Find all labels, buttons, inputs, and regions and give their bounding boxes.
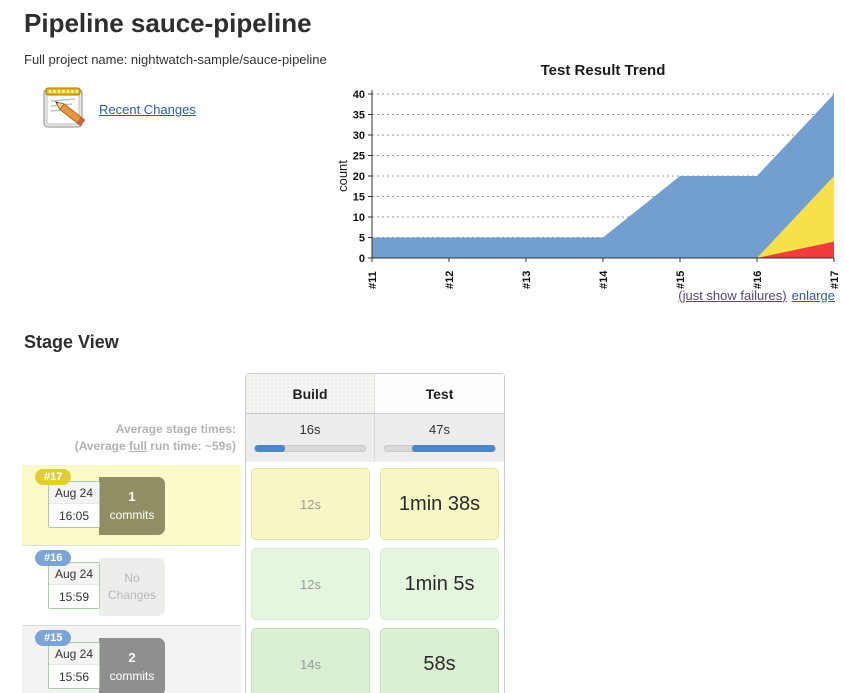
build-time: 16:05	[49, 504, 99, 527]
stage-cell-slot: 14s	[246, 624, 375, 693]
average-duration-bar	[384, 445, 496, 452]
stage-duration: 14s	[300, 657, 321, 672]
avg-label-line1: Average stage times:	[116, 422, 236, 436]
enlarge-link[interactable]: enlarge	[792, 288, 835, 303]
commits-box[interactable]: 1commits	[99, 477, 165, 535]
full-project-name: Full project name: nightwatch-sample/sau…	[24, 52, 327, 67]
average-duration-bar-fill	[412, 445, 495, 452]
average-cell-test: 47s	[375, 414, 504, 462]
average-duration: 47s	[429, 422, 450, 437]
recent-changes: Recent Changes	[38, 84, 196, 135]
build-name-column: Average stage times: (Average full run t…	[22, 373, 241, 693]
full-run-time-link[interactable]: full	[129, 439, 147, 453]
recent-changes-link[interactable]: Recent Changes	[99, 102, 196, 117]
svg-text:40: 40	[353, 89, 365, 101]
stage-duration: 1min 5s	[404, 573, 474, 596]
changes-line1: 2	[128, 649, 135, 668]
stage-duration: 1min 38s	[399, 493, 480, 516]
stage-cell-slot: 1min 38s	[375, 464, 504, 544]
stage-view-title: Stage View	[24, 332, 119, 353]
build-date: Aug 24	[49, 482, 99, 504]
commits-box[interactable]: 2commits	[99, 638, 165, 693]
build-date-link[interactable]: Aug 2415:59	[48, 562, 100, 609]
build-date: Aug 24	[49, 643, 99, 665]
stage-duration: 58s	[423, 653, 455, 676]
stage-cell-row: 14s 58s	[246, 624, 504, 693]
stage-cell-build[interactable]: 14s	[251, 628, 370, 693]
average-duration-bar-fill	[255, 445, 285, 452]
notepad-pencil-icon	[38, 84, 90, 135]
stage-cell-slot: 58s	[375, 624, 504, 693]
average-stage-times-label: Average stage times: (Average full run t…	[22, 413, 241, 461]
svg-text:0: 0	[359, 253, 365, 265]
stage-cell-slot: 12s	[246, 544, 375, 624]
test-result-trend: Test Result Trend 0 5 10 15 20 25 30 35 40 #11 #12…	[336, 62, 843, 312]
svg-text:#15: #15	[675, 271, 687, 289]
changes-line2: commits	[110, 668, 155, 685]
page-title: Pipeline sauce-pipeline	[24, 8, 312, 39]
svg-text:5: 5	[359, 233, 365, 245]
build-badge[interactable]: #16	[35, 550, 71, 566]
changes-line2: Changes	[108, 587, 156, 604]
average-duration: 16s	[300, 422, 321, 437]
svg-text:25: 25	[353, 151, 365, 163]
header-spacer	[22, 373, 241, 413]
stage-cell-build[interactable]: 12s	[251, 548, 370, 620]
stage-cell-build[interactable]: 12s	[251, 468, 370, 540]
no-changes-box: NoChanges	[99, 558, 165, 616]
changes-line2: commits	[110, 507, 155, 524]
stage-cell-test[interactable]: 1min 5s	[380, 548, 499, 620]
svg-text:#11: #11	[367, 271, 379, 289]
stage-cell-slot: 1min 5s	[375, 544, 504, 624]
stage-cell-row: 12s 1min 38s	[246, 464, 504, 544]
chart-title: Test Result Trend	[372, 62, 834, 79]
just-show-failures-link[interactable]: (just show failures)	[678, 288, 786, 303]
stage-cell-test[interactable]: 58s	[380, 628, 499, 693]
svg-text:30: 30	[353, 130, 365, 142]
svg-text:35: 35	[353, 110, 365, 122]
svg-text:10: 10	[353, 212, 365, 224]
build-row-17: #17Aug 2416:051commits	[22, 465, 241, 545]
svg-text:20: 20	[353, 171, 365, 183]
stage-duration: 12s	[300, 577, 321, 592]
build-row-16: #16Aug 2415:59NoChanges	[22, 545, 241, 625]
column-header-test: Test	[375, 374, 504, 413]
changes-line1: 1	[128, 488, 135, 507]
build-time: 15:56	[49, 665, 99, 688]
build-badge[interactable]: #15	[35, 630, 71, 646]
build-row-15: #15Aug 2415:562commits	[22, 625, 241, 693]
average-cell-build: 16s	[246, 414, 375, 462]
stage-duration: 12s	[300, 497, 321, 512]
build-badge[interactable]: #17	[35, 469, 71, 485]
build-date-link[interactable]: Aug 2416:05	[48, 481, 100, 528]
changes-line1: No	[124, 570, 139, 587]
svg-text:#17: #17	[829, 271, 841, 289]
stage-cell-test[interactable]: 1min 38s	[380, 468, 499, 540]
average-duration-bar	[254, 445, 366, 452]
svg-text:15: 15	[353, 192, 365, 204]
stage-cells: 12s 1min 38s 12s 1min 5s 14s 58s	[246, 462, 504, 693]
stage-cell-slot: 12s	[246, 464, 375, 544]
build-date: Aug 24	[49, 563, 99, 585]
y-axis-label: count	[336, 160, 350, 192]
build-date-link[interactable]: Aug 2415:56	[48, 642, 100, 689]
stage-table: BuildTest 16s 47s 12s 1min 38s 12s 1min 5s 14…	[245, 373, 505, 693]
test-result-trend-chart[interactable]: 0 5 10 15 20 25 30 35 40 #11 #12 #13 #14 #15 #16 #17 cou…	[336, 84, 843, 294]
svg-text:#13: #13	[521, 271, 533, 289]
stage-cell-row: 12s 1min 5s	[246, 544, 504, 624]
average-times-row: 16s 47s	[246, 414, 504, 462]
svg-text:#12: #12	[444, 271, 456, 289]
column-header-build: Build	[246, 374, 375, 413]
build-time: 15:59	[49, 585, 99, 608]
pipeline-project-page: Pipeline sauce-pipeline Full project nam…	[0, 0, 845, 693]
svg-text:#16: #16	[752, 271, 764, 289]
svg-text:#14: #14	[598, 270, 610, 289]
stage-header-row: BuildTest	[246, 374, 504, 414]
